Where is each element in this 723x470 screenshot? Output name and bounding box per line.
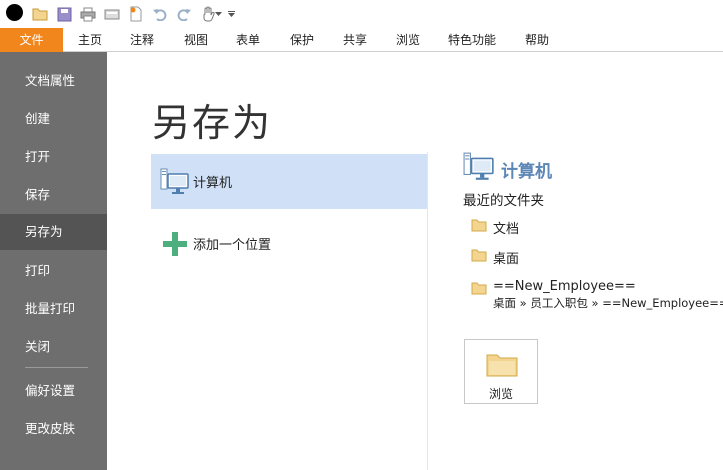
browse-label: 浏览 bbox=[488, 387, 513, 401]
save-icon[interactable] bbox=[54, 4, 74, 24]
place-add-location[interactable]: 添加一个位置 bbox=[151, 216, 427, 271]
quick-access-toolbar bbox=[0, 0, 723, 28]
folder-name: ==New_Employee== bbox=[493, 279, 636, 294]
new-icon[interactable] bbox=[126, 4, 146, 24]
nav-open[interactable]: 打开 bbox=[0, 139, 107, 175]
add-location-icon bbox=[159, 228, 191, 260]
ribbon-tab-bar: 文件 主页 注释 视图 表单 保护 共享 浏览 特色功能 帮助 bbox=[0, 28, 723, 52]
folder-icon bbox=[471, 249, 487, 266]
main-panel: 另存为 计算机 添加一个位置 计算机 最近的文件夹 文档 桌面 ==New_Em… bbox=[107, 52, 723, 470]
panel-divider bbox=[427, 152, 428, 470]
scan-icon[interactable] bbox=[102, 4, 122, 24]
tab-share[interactable]: 共享 bbox=[333, 28, 377, 52]
tab-home[interactable]: 主页 bbox=[68, 28, 112, 52]
redo-icon[interactable] bbox=[174, 4, 194, 24]
nav-batch-print[interactable]: 批量打印 bbox=[0, 291, 107, 327]
detail-header: 计算机 bbox=[463, 152, 552, 186]
tab-protect[interactable]: 保护 bbox=[280, 28, 324, 52]
recent-folder-item[interactable]: 桌面 bbox=[471, 248, 519, 267]
recent-folders-label: 最近的文件夹 bbox=[463, 193, 544, 209]
nav-print[interactable]: 打印 bbox=[0, 253, 107, 289]
folder-icon bbox=[471, 219, 487, 236]
app-logo-icon[interactable] bbox=[6, 4, 23, 21]
folder-name: 文档 bbox=[493, 222, 520, 237]
nav-save[interactable]: 保存 bbox=[0, 177, 107, 213]
folder-path: 桌面 » 员工入职包 » ==New_Employee== bbox=[493, 296, 723, 310]
folder-icon bbox=[471, 282, 487, 299]
place-computer-label: 计算机 bbox=[193, 176, 233, 191]
computer-icon bbox=[463, 152, 495, 186]
tab-form[interactable]: 表单 bbox=[226, 28, 270, 52]
open-folder-icon[interactable] bbox=[30, 4, 50, 24]
page-title: 另存为 bbox=[152, 101, 273, 145]
tab-features[interactable]: 特色功能 bbox=[440, 28, 504, 52]
customize-arrow-icon[interactable] bbox=[226, 4, 236, 24]
print-icon[interactable] bbox=[78, 4, 98, 24]
tab-browse[interactable]: 浏览 bbox=[386, 28, 430, 52]
detail-title: 计算机 bbox=[501, 161, 552, 182]
nav-change-skin[interactable]: 更改皮肤 bbox=[0, 411, 107, 447]
folder-icon bbox=[486, 352, 518, 382]
nav-divider bbox=[25, 367, 88, 368]
tab-file[interactable]: 文件 bbox=[0, 28, 63, 52]
computer-icon bbox=[159, 166, 191, 198]
undo-icon[interactable] bbox=[150, 4, 170, 24]
dropdown-arrow-icon[interactable] bbox=[213, 4, 223, 24]
place-add-location-label: 添加一个位置 bbox=[193, 238, 272, 253]
nav-preferences[interactable]: 偏好设置 bbox=[0, 373, 107, 409]
recent-folder-item[interactable]: 文档 bbox=[471, 218, 519, 237]
tab-help[interactable]: 帮助 bbox=[515, 28, 559, 52]
tab-comment[interactable]: 注释 bbox=[120, 28, 164, 52]
place-computer[interactable]: 计算机 bbox=[151, 154, 427, 209]
nav-create[interactable]: 创建 bbox=[0, 101, 107, 137]
nav-document-properties[interactable]: 文档属性 bbox=[0, 63, 107, 99]
tab-view[interactable]: 视图 bbox=[174, 28, 218, 52]
nav-close[interactable]: 关闭 bbox=[0, 329, 107, 365]
nav-save-as[interactable]: 另存为 bbox=[0, 214, 107, 250]
backstage-nav: 文档属性 创建 打开 保存 另存为 打印 批量打印 关闭 偏好设置 更改皮肤 bbox=[0, 52, 107, 470]
browse-button[interactable]: 浏览 bbox=[464, 339, 538, 404]
folder-name: 桌面 bbox=[493, 252, 520, 267]
